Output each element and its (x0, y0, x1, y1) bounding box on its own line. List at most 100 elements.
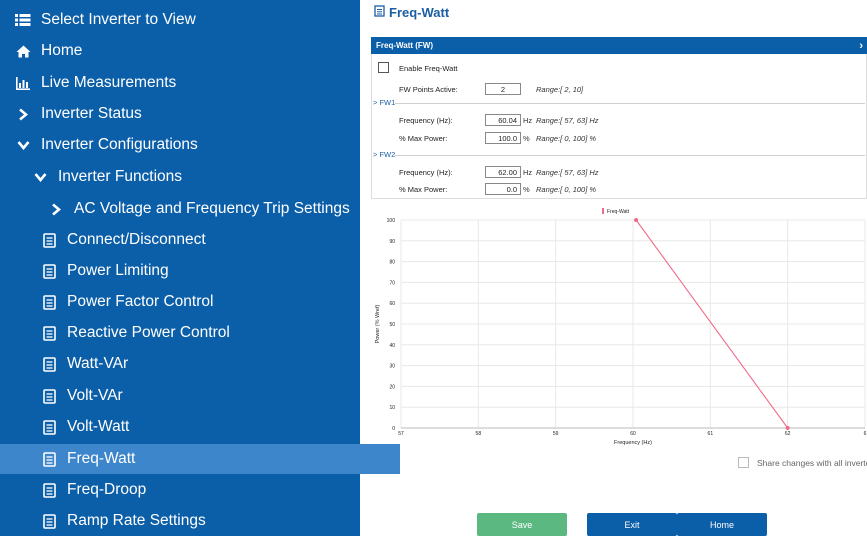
panel-header[interactable]: Freq-Watt (FW) › (371, 37, 867, 54)
sidebar-item-label: Inverter Status (41, 105, 142, 122)
legend-swatch (602, 208, 604, 214)
fw1-power-range: Range:[ 0, 100] % (536, 134, 597, 143)
x-tick-label: 58 (476, 431, 482, 437)
y-tick-label: 70 (389, 280, 395, 286)
sidebar-item-label: Freq-Watt (67, 450, 136, 467)
sidebar-item-freq-droop[interactable]: Freq-Droop (0, 475, 400, 505)
main-content: Freq-Watt Freq-Watt (FW) › Enable Freq-W… (360, 0, 867, 536)
fw2-section-title[interactable]: > FW2 (373, 150, 395, 159)
sidebar-item-freq-watt[interactable]: Freq-Watt (0, 444, 400, 474)
chevron-down-icon (14, 136, 32, 154)
fw1-frequency-input[interactable]: 60.04 (485, 114, 521, 126)
sidebar-item-inverter-functions[interactable]: Inverter Functions (0, 162, 391, 192)
sidebar-item-volt-var[interactable]: Volt-VAr (0, 381, 400, 411)
x-tick-label: 62 (785, 431, 791, 437)
sidebar-item-label: Inverter Configurations (41, 136, 198, 153)
chevron-right-icon (14, 105, 32, 123)
fw1-frequency-label: Frequency (Hz): (399, 116, 453, 125)
chevron-right-icon[interactable]: › (859, 40, 863, 52)
sidebar-item-label: Volt-VAr (67, 387, 123, 404)
y-tick-label: 40 (389, 343, 395, 349)
sidebar: Select Inverter to View Home Live Measurem… (0, 0, 400, 536)
sidebar-item-volt-watt[interactable]: Volt-Watt (0, 412, 400, 442)
y-tick-label: 50 (389, 322, 395, 328)
fw1-power-input[interactable]: 100.0 (485, 132, 521, 144)
home-icon (14, 42, 32, 60)
freq-watt-chart: 0 10 20 30 40 50 60 70 80 90 100 57 58 59 60 61 62 6 Frequ… (360, 200, 867, 450)
fw2-power-range: Range:[ 0, 100] % (536, 185, 597, 194)
document-icon (40, 293, 58, 311)
document-icon (40, 324, 58, 342)
sidebar-item-label: Select Inverter to View (41, 11, 196, 28)
y-tick-label: 100 (387, 218, 396, 224)
fw1-frequency-range: Range:[ 57, 63] Hz (536, 116, 599, 125)
x-axis-label: Frequency (Hz) (614, 440, 652, 446)
sidebar-item-label: Watt-VAr (67, 355, 129, 372)
fw1-power-unit: % (523, 134, 530, 143)
sidebar-item-label: Inverter Functions (58, 168, 183, 185)
x-tick-label: 57 (398, 431, 404, 437)
y-tick-label: 80 (389, 260, 395, 266)
chevron-down-icon (31, 168, 49, 186)
sidebar-item-inverter-configurations[interactable]: Inverter Configurations (0, 130, 374, 160)
document-icon (40, 450, 58, 468)
sidebar-item-label: Connect/Disconnect (67, 231, 206, 248)
list-icon (14, 11, 32, 29)
y-tick-label: 10 (389, 405, 395, 411)
exit-button[interactable]: Exit (587, 513, 677, 536)
fw1-section-title[interactable]: > FW1 (373, 98, 395, 107)
enable-freq-watt-checkbox[interactable] (378, 62, 389, 73)
share-changes-checkbox[interactable] (738, 457, 749, 468)
fw-points-range: Range:[ 2, 10] (536, 85, 584, 94)
sidebar-item-label: Home (41, 42, 83, 59)
fw1-power-label: % Max Power: (399, 134, 448, 143)
sidebar-item-label: Volt-Watt (67, 418, 130, 435)
sidebar-item-select-inverter-to-view[interactable]: Select Inverter to View (0, 5, 374, 35)
sidebar-item-label: Power Limiting (67, 262, 169, 279)
sidebar-item-label: AC Voltage and Frequency Trip Settings (74, 200, 350, 217)
sidebar-item-label: Power Factor Control (67, 293, 214, 310)
data-point (634, 218, 639, 222)
sidebar-item-ac-voltage-and-frequency-trip-settings[interactable]: AC Voltage and Frequency Trip Settings (0, 194, 407, 224)
sidebar-item-label: Freq-Droop (67, 481, 147, 498)
home-button[interactable]: Home (677, 513, 767, 536)
sidebar-item-ramp-rate-settings[interactable]: Ramp Rate Settings (0, 506, 400, 536)
fw-points-input[interactable]: 2 (485, 83, 521, 95)
y-tick-label: 90 (389, 239, 395, 245)
y-tick-label: 20 (389, 384, 395, 390)
document-icon (40, 231, 58, 249)
y-tick-label: 0 (392, 426, 395, 432)
share-changes-label: Share changes with all inverters (757, 458, 867, 468)
fw2-frequency-label: Frequency (Hz): (399, 168, 453, 177)
legend-label: Freq-Watt (607, 209, 630, 215)
y-tick-label: 30 (389, 364, 395, 370)
sidebar-item-inverter-status[interactable]: Inverter Status (0, 99, 374, 129)
fw2-frequency-range: Range:[ 57, 63] Hz (536, 168, 599, 177)
chevron-right-icon (47, 200, 65, 218)
fw2-power-unit: % (523, 185, 530, 194)
sidebar-item-power-factor-control[interactable]: Power Factor Control (0, 287, 400, 317)
fw2-frequency-input[interactable]: 62.00 (485, 166, 521, 178)
sidebar-item-label: Ramp Rate Settings (67, 512, 206, 529)
document-icon (374, 5, 385, 20)
document-icon (40, 387, 58, 405)
sidebar-item-home[interactable]: Home (0, 36, 374, 66)
sidebar-item-label: Live Measurements (41, 74, 177, 91)
sidebar-item-connect-disconnect[interactable]: Connect/Disconnect (0, 225, 400, 255)
x-tick-label: 59 (553, 431, 559, 437)
sidebar-item-watt-var[interactable]: Watt-VAr (0, 349, 400, 379)
fw2-divider (395, 155, 865, 156)
fw-points-label: FW Points Active: (399, 85, 458, 94)
fw1-divider (395, 103, 865, 104)
page-title: Freq-Watt (374, 5, 449, 20)
document-icon (40, 418, 58, 436)
document-icon (40, 512, 58, 530)
sidebar-item-label: Reactive Power Control (67, 324, 230, 341)
fw2-power-input[interactable]: 0.0 (485, 183, 521, 195)
x-tick-label: 60 (630, 431, 636, 437)
document-icon (40, 481, 58, 499)
save-button[interactable]: Save (477, 513, 567, 536)
sidebar-item-power-limiting[interactable]: Power Limiting (0, 256, 400, 286)
sidebar-item-reactive-power-control[interactable]: Reactive Power Control (0, 318, 400, 348)
sidebar-item-live-measurements[interactable]: Live Measurements (0, 68, 374, 98)
